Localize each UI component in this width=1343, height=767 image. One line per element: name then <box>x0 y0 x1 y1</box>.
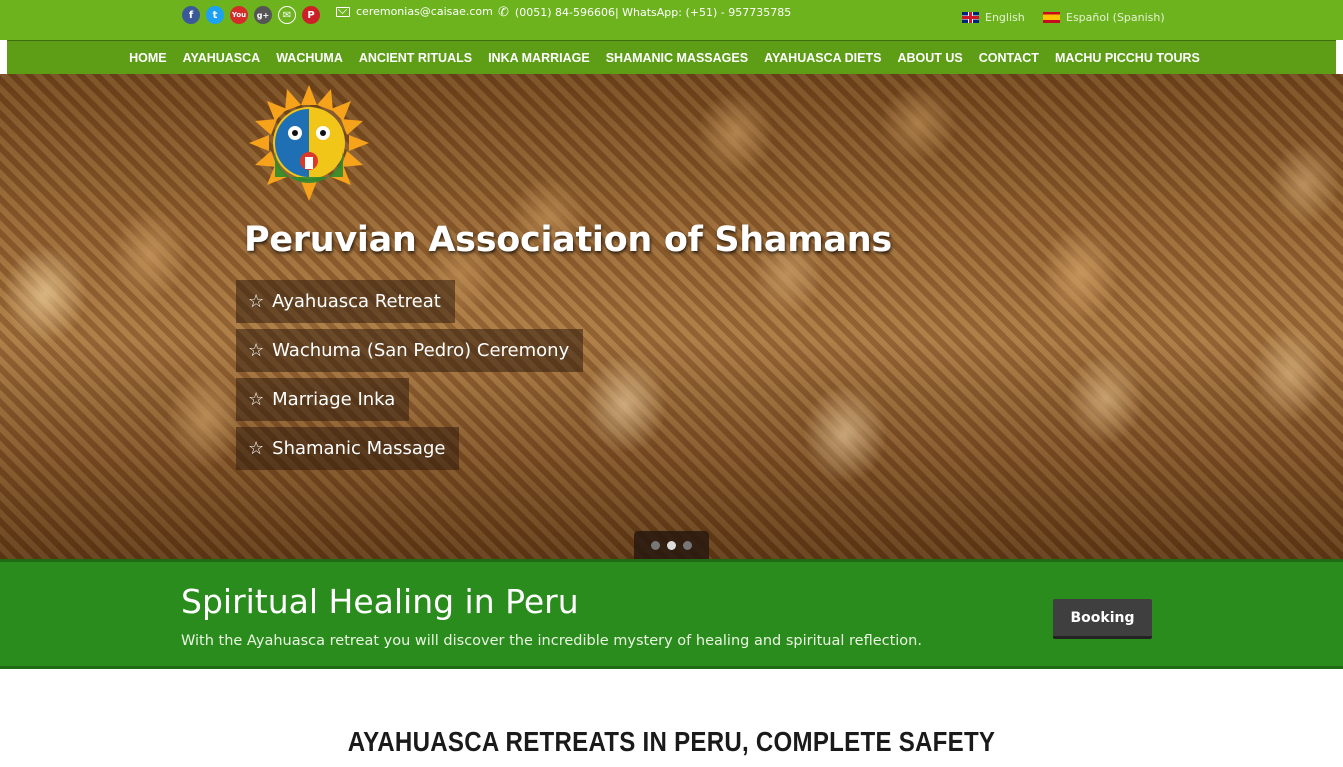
language-english[interactable]: English <box>962 11 1025 24</box>
hero-item-label: Shamanic Massage <box>272 438 446 459</box>
star-icon: ☆ <box>248 340 265 361</box>
band-title: Spiritual Healing in Peru <box>181 582 579 621</box>
nav-item-about-us[interactable]: ABOUT US <box>897 51 962 65</box>
hero-image <box>0 74 1343 559</box>
hero-item-label: Ayahuasca Retreat <box>272 291 441 312</box>
slider-dot-1[interactable] <box>651 540 660 550</box>
slider-pagination <box>634 531 709 559</box>
envelope-icon <box>336 6 350 17</box>
language-english-label[interactable]: English <box>985 11 1025 24</box>
star-icon: ☆ <box>248 291 265 312</box>
nav-item-inka-marriage[interactable]: INKA MARRIAGE <box>488 51 590 65</box>
google-plus-icon[interactable]: g+ <box>254 6 272 24</box>
language-spanish-label[interactable]: Español (Spanish) <box>1066 11 1165 24</box>
contact-phone: ✆ (0051) 84-596606| WhatsApp: (+51) - 95… <box>498 5 791 20</box>
social-links: f t You g+ ✉ P <box>182 6 320 24</box>
booking-button[interactable]: Booking <box>1053 599 1152 639</box>
slider-dot-3[interactable] <box>683 540 692 550</box>
hero-item-marriage-inka[interactable]: ☆ Marriage Inka <box>236 378 410 421</box>
nav-item-machu-picchu-tours[interactable]: MACHU PICCHU TOURS <box>1055 51 1200 65</box>
nav-item-shamanic-massages[interactable]: SHAMANIC MASSAGES <box>606 51 748 65</box>
phone-text: (0051) 84-596606| WhatsApp: (+51) - 9577… <box>514 6 792 19</box>
nav-item-ayahuasca[interactable]: AYAHUASCA <box>183 51 261 65</box>
nav-item-ancient-rituals[interactable]: ANCIENT RITUALS <box>359 51 472 65</box>
main-navigation: HOME AYAHUASCA WACHUMA ANCIENT RITUALS I… <box>7 40 1336 74</box>
nav-item-ayahuasca-diets[interactable]: AYAHUASCA DIETS <box>764 51 881 65</box>
spain-flag-icon <box>1043 12 1060 23</box>
language-spanish[interactable]: Español (Spanish) <box>1043 11 1165 24</box>
youtube-icon[interactable]: You <box>230 6 248 24</box>
uk-flag-icon <box>962 12 979 23</box>
hero-slider: Peruvian Association of Shamans ☆ Ayahua… <box>0 74 1343 559</box>
facebook-icon[interactable]: f <box>182 6 200 24</box>
phone-icon: ✆ <box>498 5 509 20</box>
top-bar: f t You g+ ✉ P ceremonias@caisae.com ✆ (… <box>0 0 1343 40</box>
twitter-icon[interactable]: t <box>206 6 224 24</box>
contact-email[interactable]: ceremonias@caisae.com <box>336 5 493 18</box>
nav-item-home[interactable]: HOME <box>129 51 167 65</box>
nav-menu: HOME AYAHUASCA WACHUMA ANCIENT RITUALS I… <box>7 41 1336 75</box>
band-description: With the Ayahuasca retreat you will disc… <box>181 633 922 649</box>
hero-item-shamanic-massage[interactable]: ☆ Shamanic Massage <box>236 427 460 470</box>
star-icon: ☆ <box>248 438 265 459</box>
sun-logo-icon[interactable] <box>246 84 372 202</box>
call-to-action-band: Spiritual Healing in Peru With the Ayahu… <box>0 559 1343 669</box>
hero-item-wachuma-ceremony[interactable]: ☆ Wachuma (San Pedro) Ceremony <box>236 329 584 372</box>
nav-item-wachuma[interactable]: WACHUMA <box>276 51 343 65</box>
email-text[interactable]: ceremonias@caisae.com <box>356 5 493 18</box>
section-title: AYAHUASCA RETREATS IN PERU, COMPLETE SAF… <box>347 726 996 757</box>
slider-dot-2[interactable] <box>667 540 676 550</box>
hero-item-ayahuasca-retreat[interactable]: ☆ Ayahuasca Retreat <box>236 280 455 323</box>
hero-title: Peruvian Association of Shamans <box>244 220 892 260</box>
hero-service-list: ☆ Ayahuasca Retreat ☆ Wachuma (San Pedro… <box>236 280 584 476</box>
nav-item-contact[interactable]: CONTACT <box>979 51 1039 65</box>
star-icon: ☆ <box>248 389 265 410</box>
pinterest-icon[interactable]: P <box>302 6 320 24</box>
hero-item-label: Wachuma (San Pedro) Ceremony <box>272 340 570 361</box>
mail-icon[interactable]: ✉ <box>278 6 296 24</box>
hero-item-label: Marriage Inka <box>272 389 396 410</box>
